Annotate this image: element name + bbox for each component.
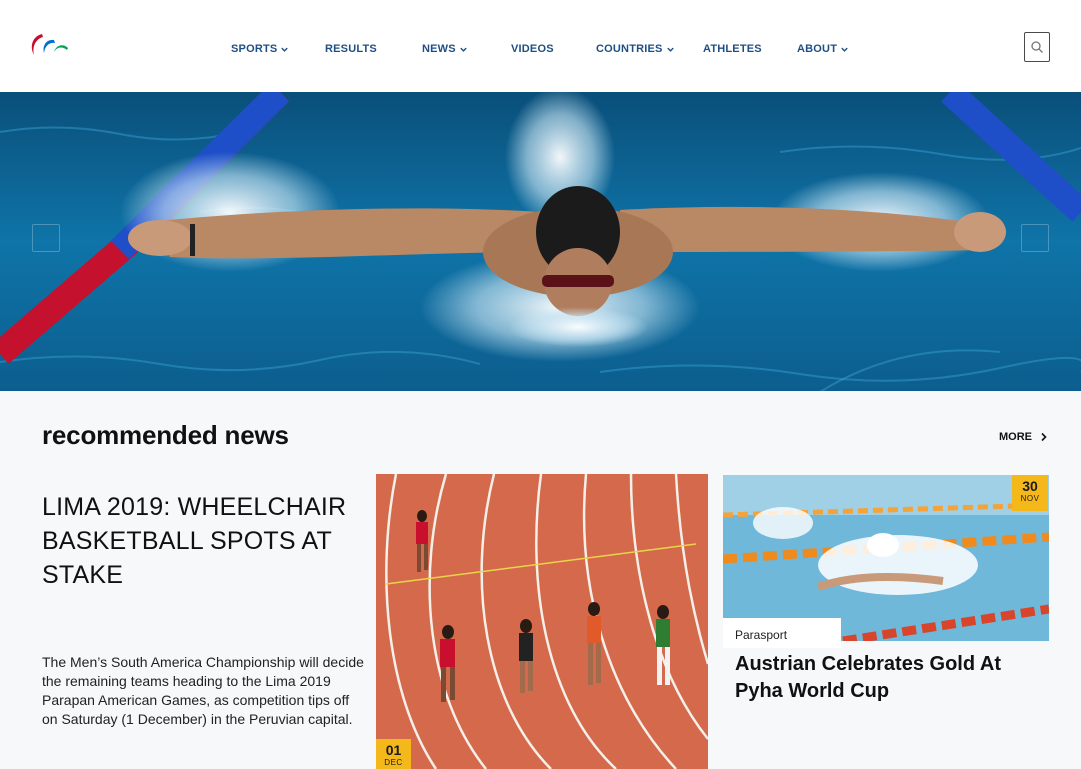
nav-label: SPORTS [231,43,278,55]
date-day: 30 [1022,478,1038,494]
nav-about[interactable]: ABOUT [797,43,849,55]
card-headline[interactable]: Austrian Celebrates Gold At Pyha World C… [735,651,1035,705]
hero-banner[interactable] [0,92,1081,391]
search-icon [1031,41,1043,53]
nav-label: VIDEOS [511,43,554,55]
nav-sports[interactable]: SPORTS [231,43,289,55]
news-card-athletics[interactable]: 01 DEC [376,474,708,769]
nav-label: ABOUT [797,43,838,55]
date-badge: 01 DEC [376,739,411,769]
hero-next-button[interactable] [1021,224,1049,252]
nav-athletes[interactable]: ATHLETES [703,43,762,55]
nav-label: ATHLETES [703,43,762,55]
hero-swimmer-image [0,92,1081,391]
chevron-right-icon [1041,432,1047,442]
nav-videos[interactable]: VIDEOS [511,43,554,55]
athletics-track-image [376,474,708,769]
nav-news[interactable]: NEWS [422,43,468,55]
chevron-down-icon [666,47,674,52]
more-label: MORE [999,431,1032,443]
nav-countries[interactable]: COUNTRIES [596,43,675,55]
news-card-swimming-image[interactable]: 30 NOV [723,475,1049,641]
swimmer-image [723,475,1049,641]
category-tag[interactable]: Parasport [723,618,841,648]
site-header: SPORTS RESULTS NEWS VIDEOS COUNTRIES ATH… [0,0,1081,92]
hero-prev-button[interactable] [32,224,60,252]
date-day: 01 [385,742,402,758]
nav-label: RESULTS [325,43,377,55]
lead-summary: The Men’s South America Championship wil… [42,654,364,727]
more-link[interactable]: MORE [999,431,1048,443]
lead-headline[interactable]: LIMA 2019: WHEELCHAIR BASKETBALL SPOTS A… [42,490,362,592]
main-nav: SPORTS RESULTS NEWS VIDEOS COUNTRIES ATH… [0,0,1081,92]
nav-label: NEWS [422,43,456,55]
date-badge: 30 NOV [1012,475,1048,511]
nav-label: COUNTRIES [596,43,663,55]
date-month: NOV [1020,494,1040,503]
chevron-down-icon [460,47,467,52]
chevron-down-icon [841,47,848,52]
search-button[interactable] [1024,32,1050,62]
nav-results[interactable]: RESULTS [325,43,377,55]
chevron-down-icon [281,47,289,52]
section-title: recommended news [42,420,289,450]
date-month: DEC [384,758,403,767]
